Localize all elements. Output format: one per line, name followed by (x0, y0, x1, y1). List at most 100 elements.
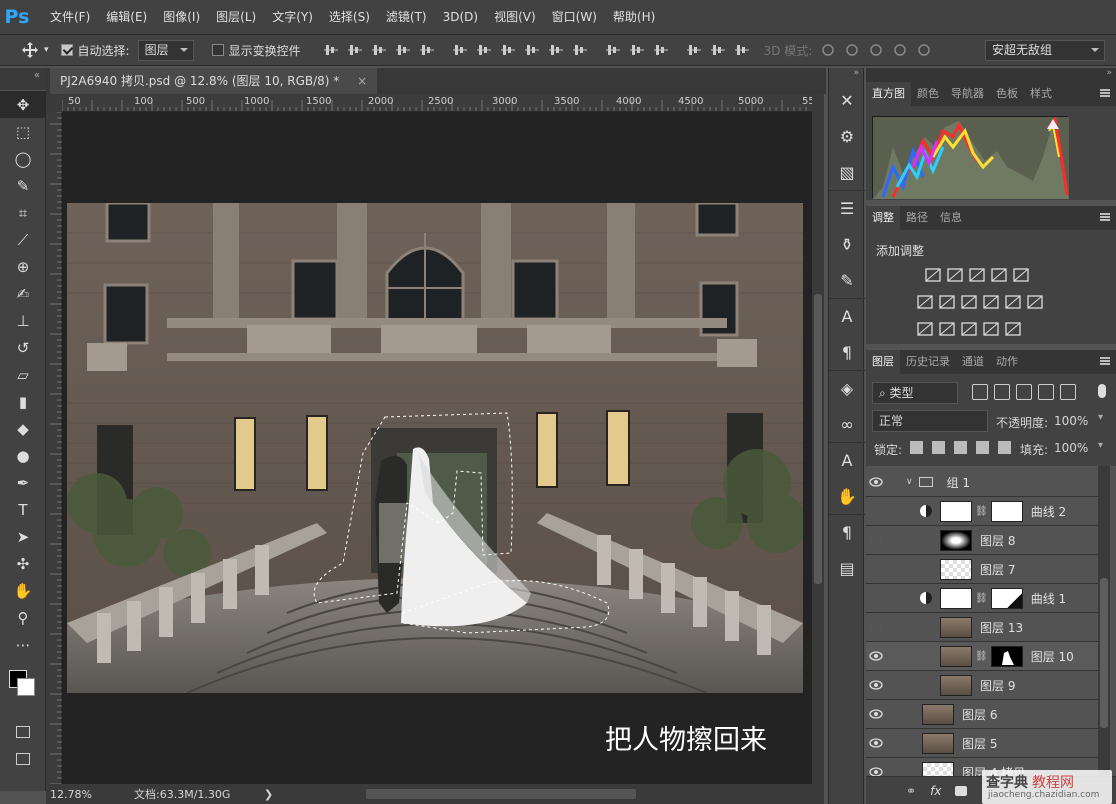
clone-source-icon[interactable]: ⚱ (829, 226, 865, 262)
3d-mode-icon[interactable] (819, 41, 837, 59)
paragraph-style-icon[interactable]: ¶ (829, 334, 865, 370)
visibility-toggle[interactable] (866, 526, 886, 555)
mask-icon[interactable] (955, 785, 968, 796)
fill-value[interactable]: 100% (1054, 441, 1088, 455)
align-icon[interactable] (571, 41, 589, 59)
align-icon[interactable] (418, 41, 436, 59)
filter-toggle[interactable] (1098, 384, 1106, 398)
align-icon[interactable] (547, 41, 565, 59)
chevron-down-icon[interactable]: ∨ (906, 477, 913, 487)
brightness-icon[interactable] (924, 267, 942, 283)
menu-item[interactable]: 视图(V) (486, 0, 544, 34)
scrollbar-thumb[interactable] (1100, 578, 1108, 728)
align-icon[interactable] (346, 41, 364, 59)
align-icon[interactable] (394, 41, 412, 59)
layer-mask-thumbnail[interactable] (990, 645, 1023, 667)
opacity-value[interactable]: 100% (1054, 414, 1088, 428)
menu-item[interactable]: 3D(D) (435, 0, 486, 34)
eye-icon[interactable] (866, 671, 886, 700)
menu-item[interactable]: 选择(S) (321, 0, 378, 34)
quick-mask-button[interactable] (0, 718, 46, 745)
auto-select-dropdown[interactable]: 图层 (137, 39, 194, 61)
move-tool-preset[interactable]: ▾ (22, 42, 49, 58)
layer-row[interactable]: ⛓ 图层 10 (866, 642, 1098, 671)
3d-material-icon[interactable]: ⚙ (829, 118, 865, 154)
history-brush-tool[interactable]: ↺ (0, 334, 46, 361)
align-icon[interactable] (322, 41, 340, 59)
curves-icon[interactable] (968, 267, 986, 283)
align-icon[interactable] (733, 41, 751, 59)
color-swatches[interactable] (0, 658, 46, 718)
type-filter-icon[interactable] (1016, 384, 1032, 400)
character-panel-icon[interactable]: A (829, 442, 865, 478)
status-menu-arrow[interactable]: ❯ (264, 788, 273, 801)
pixel-filter-icon[interactable] (972, 384, 988, 400)
chevron-down-icon[interactable]: ▾ (1098, 440, 1103, 451)
document-tab[interactable]: PJ2A6940 拷贝.psd @ 12.8% (图层 10, RGB/8) *… (50, 68, 378, 94)
tab-mid_tabs-0[interactable]: 调整 (866, 206, 900, 230)
tab-top_tabs-0[interactable]: 直方图 (866, 82, 911, 106)
align-icon[interactable] (604, 41, 622, 59)
gradient-map-icon[interactable] (1004, 321, 1022, 337)
quick-select-tool[interactable]: ✎ (0, 172, 46, 199)
workspace-dropdown[interactable]: 安超无敌组 (985, 40, 1105, 61)
tab-top_tabs-3[interactable]: 色板 (990, 82, 1024, 106)
brush-preset-icon[interactable]: ✋ (829, 478, 865, 514)
layer-mask-thumbnail[interactable] (990, 500, 1023, 522)
lock-pixels-icon[interactable] (932, 441, 945, 454)
stamp-tool[interactable]: ⊥ (0, 307, 46, 334)
panel-menu-icon[interactable] (1100, 357, 1110, 365)
move-tool[interactable]: ✥ (0, 91, 46, 118)
fx-button[interactable]: fx (930, 784, 941, 798)
eyedropper-tool[interactable]: ⟋ (0, 226, 46, 253)
creative-cloud-icon[interactable]: ∞ (829, 406, 865, 442)
show-transform-checkbox[interactable]: 显示变换控件 (211, 42, 301, 59)
tab-mid_tabs-1[interactable]: 路径 (900, 206, 934, 230)
lock-position-icon[interactable] (954, 441, 967, 454)
layer-row[interactable]: 图层 9 (866, 671, 1098, 700)
eye-icon[interactable] (866, 729, 886, 758)
layer-row[interactable]: ⛓ 曲线 1 (866, 584, 1098, 613)
zoom-level[interactable]: 12.78% (50, 788, 100, 801)
3d-mode-icon[interactable] (915, 41, 933, 59)
layer-row[interactable]: ⛓ 曲线 2 (866, 497, 1098, 526)
link-icon[interactable]: ⛓ (975, 593, 988, 604)
layer-row[interactable]: 图层 8 (866, 526, 1098, 555)
align-icon[interactable] (652, 41, 670, 59)
align-icon[interactable] (499, 41, 517, 59)
layer-row[interactable]: 图层 13 (866, 613, 1098, 642)
layer-row[interactable]: 图层 6 (866, 700, 1098, 729)
shape-filter-icon[interactable] (1038, 384, 1054, 400)
adjustment-filter-icon[interactable] (994, 384, 1010, 400)
eye-icon[interactable] (866, 642, 886, 671)
auto-select-checkbox[interactable]: 自动选择: (60, 42, 130, 59)
smart-object-filter-icon[interactable] (1060, 384, 1076, 400)
eye-icon[interactable] (866, 468, 886, 497)
layer-mask-thumbnail[interactable] (990, 587, 1023, 609)
visibility-toggle[interactable] (866, 613, 886, 642)
posterize-icon[interactable] (938, 321, 956, 337)
menu-item[interactable]: 文件(F) (42, 0, 98, 34)
invert-icon[interactable] (916, 321, 934, 337)
panel-menu-icon[interactable] (1100, 213, 1110, 221)
exposure-icon[interactable] (990, 267, 1008, 283)
collapse-icon[interactable]: » (829, 68, 863, 82)
tab-layers_tabs-1[interactable]: 历史记录 (900, 350, 956, 374)
link-icon[interactable]: ⚭ (906, 784, 916, 798)
menu-item[interactable]: 帮助(H) (605, 0, 663, 34)
visibility-toggle[interactable] (866, 584, 886, 613)
photo-filter-icon[interactable] (982, 294, 1000, 310)
bw-icon[interactable] (960, 294, 978, 310)
screen-mode-button[interactable] (0, 745, 46, 772)
blend-mode-dropdown[interactable]: 正常 (872, 410, 988, 432)
align-icon[interactable] (628, 41, 646, 59)
visibility-toggle[interactable] (866, 497, 886, 526)
menu-item[interactable]: 图像(I) (155, 0, 208, 34)
menu-item[interactable]: 图层(L) (208, 0, 264, 34)
tab-layers_tabs-0[interactable]: 图层 (866, 350, 900, 374)
brush-icon[interactable]: ✎ (829, 262, 865, 298)
paragraph-icon[interactable]: ¶ (829, 514, 865, 550)
3d-mode-icon[interactable] (891, 41, 909, 59)
eraser-tool[interactable]: ▱ (0, 361, 46, 388)
chevron-down-icon[interactable]: ▾ (1098, 412, 1103, 423)
